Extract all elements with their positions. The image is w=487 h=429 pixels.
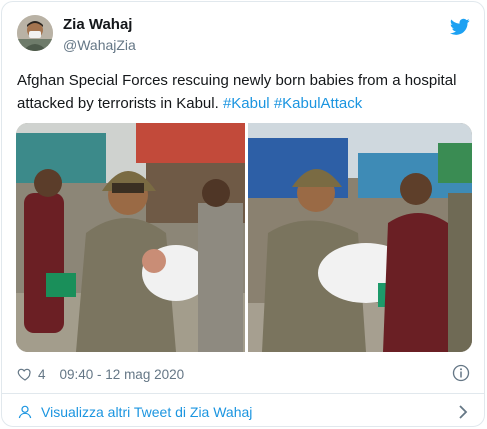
author-name[interactable]: Zia Wahaj	[63, 16, 132, 33]
tweet-photo[interactable]	[16, 123, 245, 352]
tweet-meta: 4 09:40 - 12 mag 2020	[17, 366, 184, 382]
avatar[interactable]	[17, 15, 53, 51]
tweet-timestamp[interactable]: 09:40 - 12 mag 2020	[60, 367, 185, 382]
hashtag-link[interactable]: #KabulAttack	[274, 95, 362, 112]
more-tweets-label[interactable]: Visualizza altri Tweet di Zia Wahaj	[41, 404, 252, 420]
avatar-image	[17, 15, 53, 51]
tweet-text: Afghan Special Forces rescuing newly bor…	[17, 69, 472, 115]
chevron-right-icon[interactable]	[458, 405, 468, 419]
hashtag-link[interactable]: #Kabul	[223, 95, 270, 112]
like-count[interactable]: 4	[38, 367, 46, 382]
tweet-photo[interactable]	[248, 123, 472, 352]
user-icon	[18, 405, 32, 419]
divider	[2, 393, 484, 394]
twitter-bird-icon[interactable]	[450, 18, 470, 36]
tweet-card: Zia Wahaj @WahajZia Afghan Special Force…	[1, 1, 485, 427]
info-icon[interactable]	[452, 364, 470, 382]
author-handle[interactable]: @WahajZia	[63, 37, 136, 53]
photo-grid	[16, 123, 472, 352]
heart-icon[interactable]	[17, 366, 33, 382]
more-tweets-link[interactable]: Visualizza altri Tweet di Zia Wahaj	[17, 404, 252, 420]
